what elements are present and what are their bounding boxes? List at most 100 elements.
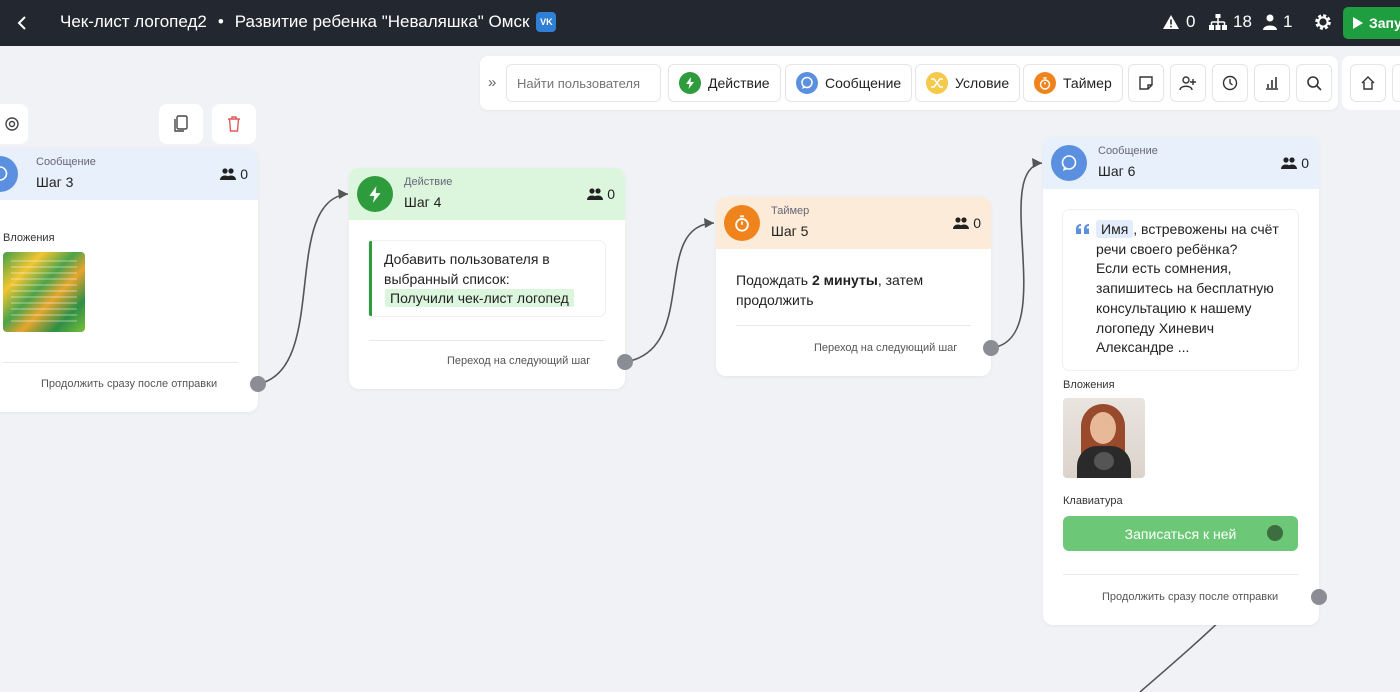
keyboard-button[interactable]: Записаться к ней — [1063, 516, 1298, 551]
connector-step4-step5 — [624, 222, 715, 363]
subscribers-count: 0 — [587, 186, 615, 202]
timer-description: Подождать 2 минуты, затем продолжить — [736, 272, 924, 308]
users-icon — [1281, 157, 1298, 169]
variable-tag: Имя — [1096, 220, 1134, 238]
next-step-label: Переход на следующий шаг — [447, 355, 591, 367]
play-icon — [1353, 17, 1363, 29]
arrowhead — [1032, 158, 1042, 168]
clock-icon — [1222, 75, 1238, 91]
step-card-step5[interactable]: Таймер Шаг 5 0 Подождать 2 минуты, затем… — [716, 197, 991, 376]
output-port[interactable] — [1311, 589, 1327, 605]
connector-step3-step4 — [257, 193, 349, 385]
divider — [736, 325, 971, 326]
output-port[interactable] — [250, 376, 266, 392]
bar-chart-icon — [1266, 77, 1278, 90]
trash-icon — [228, 116, 240, 132]
next-step-label: Продолжить сразу после отправки — [41, 378, 218, 390]
step-name: Шаг 6 — [1098, 163, 1136, 179]
history-button[interactable] — [1212, 64, 1248, 102]
button-output-port[interactable] — [1267, 525, 1283, 541]
community-name: Развитие ребенка "Неваляшка" Омск — [234, 12, 530, 31]
message-preview: Имя, встревожены на счёт речи своего реб… — [1063, 210, 1298, 370]
run-button[interactable]: Запу — [1343, 7, 1400, 39]
connector-step5-step6 — [990, 162, 1043, 349]
gear-icon — [1315, 14, 1331, 30]
user-search-input[interactable] — [506, 64, 661, 102]
card-header: Таймер Шаг 5 0 — [716, 197, 991, 249]
quote-icon — [1076, 224, 1089, 234]
stopwatch-icon — [724, 205, 760, 241]
lightning-icon — [357, 176, 393, 212]
action-description: Добавить пользователя в выбранный список… — [369, 241, 605, 316]
keyboard-label: Клавиатура — [1063, 495, 1123, 507]
message-bubble-icon — [796, 72, 818, 94]
step-type: Таймер — [771, 205, 810, 217]
attachment-thumbnail[interactable] — [3, 252, 85, 332]
subscribers-count: 0 — [1281, 155, 1309, 171]
add-condition-button[interactable]: Условие — [915, 64, 1021, 102]
subscribers-count: 0 — [953, 215, 981, 231]
step-type: Действие — [404, 176, 453, 188]
sitemap-icon — [1209, 14, 1227, 30]
sticky-note-icon — [1139, 76, 1153, 90]
arrowhead — [704, 218, 714, 228]
add-user-button[interactable] — [1170, 64, 1206, 102]
add-timer-button[interactable]: Таймер — [1023, 64, 1123, 102]
expand-toolbar-icon[interactable]: » — [488, 74, 496, 91]
step-name: Шаг 4 — [404, 194, 442, 210]
back-button[interactable] — [10, 8, 34, 38]
attachment-photo[interactable] — [1063, 398, 1145, 478]
page-title: Чек-лист логопед2 • Развитие ребенка "Не… — [60, 12, 557, 32]
home-button[interactable] — [1350, 64, 1386, 102]
next-step-label: Переход на следующий шаг — [814, 342, 958, 354]
delete-step-button[interactable] — [212, 104, 256, 144]
stats-button[interactable] — [1254, 64, 1290, 102]
card-header: Сообщение Шаг 3 0 — [0, 148, 258, 200]
add-action-button[interactable]: Действие — [668, 64, 781, 102]
step-type: Сообщение — [36, 156, 96, 168]
user-plus-icon — [1179, 76, 1196, 91]
step-card-step6[interactable]: Сообщение Шаг 6 0 Имя, встревожены на сч… — [1043, 137, 1319, 625]
step-card-step4[interactable]: Действие Шаг 4 0 Добавить пользователя в… — [349, 168, 625, 389]
stopwatch-icon — [1034, 72, 1056, 94]
search-icon — [1307, 76, 1322, 91]
more-button[interactable] — [1392, 64, 1400, 102]
message-text: Имя, встревожены на счёт речи своего реб… — [1096, 220, 1279, 356]
output-port[interactable] — [617, 354, 633, 370]
top-bar: Чек-лист логопед2 • Развитие ребенка "Не… — [0, 0, 1400, 46]
step-card-step3[interactable]: Сообщение Шаг 3 0 Вложения Продолжить ср… — [0, 148, 258, 412]
add-message-button[interactable]: Сообщение — [785, 64, 913, 102]
subscribers-count: 0 — [220, 166, 248, 182]
attachments-label: Вложения — [1063, 379, 1115, 391]
list-tag: Получили чек-лист логопед — [385, 289, 574, 307]
search-button[interactable] — [1296, 64, 1332, 102]
next-step-label: Продолжить сразу после отправки — [1102, 591, 1279, 603]
target-icon — [5, 117, 19, 131]
target-button[interactable] — [0, 104, 28, 144]
bot-name: Чек-лист логопед2 — [60, 12, 207, 31]
note-button[interactable] — [1128, 64, 1164, 102]
card-header: Действие Шаг 4 0 — [349, 168, 625, 220]
copy-step-button[interactable] — [159, 104, 203, 144]
message-bubble-icon — [1051, 145, 1087, 181]
divider — [369, 340, 605, 341]
canvas-toolbar-secondary — [1342, 56, 1400, 110]
settings-button[interactable] — [1312, 11, 1334, 38]
divider — [3, 362, 238, 363]
divider — [1063, 574, 1298, 575]
canvas-toolbar: » Действие Сообщение Условие Таймер — [480, 56, 1338, 110]
card-header: Сообщение Шаг 6 0 — [1043, 137, 1319, 189]
user-icon — [1263, 14, 1277, 30]
warnings-counter[interactable]: 0 — [1162, 12, 1195, 32]
structure-counter[interactable]: 18 — [1209, 12, 1252, 32]
warning-icon — [1163, 15, 1179, 29]
vk-icon: VK — [536, 12, 557, 32]
output-port[interactable] — [983, 340, 999, 356]
users-counter[interactable]: 1 — [1263, 12, 1292, 32]
step-name: Шаг 5 — [771, 223, 809, 239]
chevron-left-icon — [17, 16, 26, 30]
home-icon — [1361, 76, 1375, 90]
attachments-label: Вложения — [3, 232, 55, 244]
step-name: Шаг 3 — [36, 174, 74, 190]
message-bubble-icon — [0, 156, 18, 192]
